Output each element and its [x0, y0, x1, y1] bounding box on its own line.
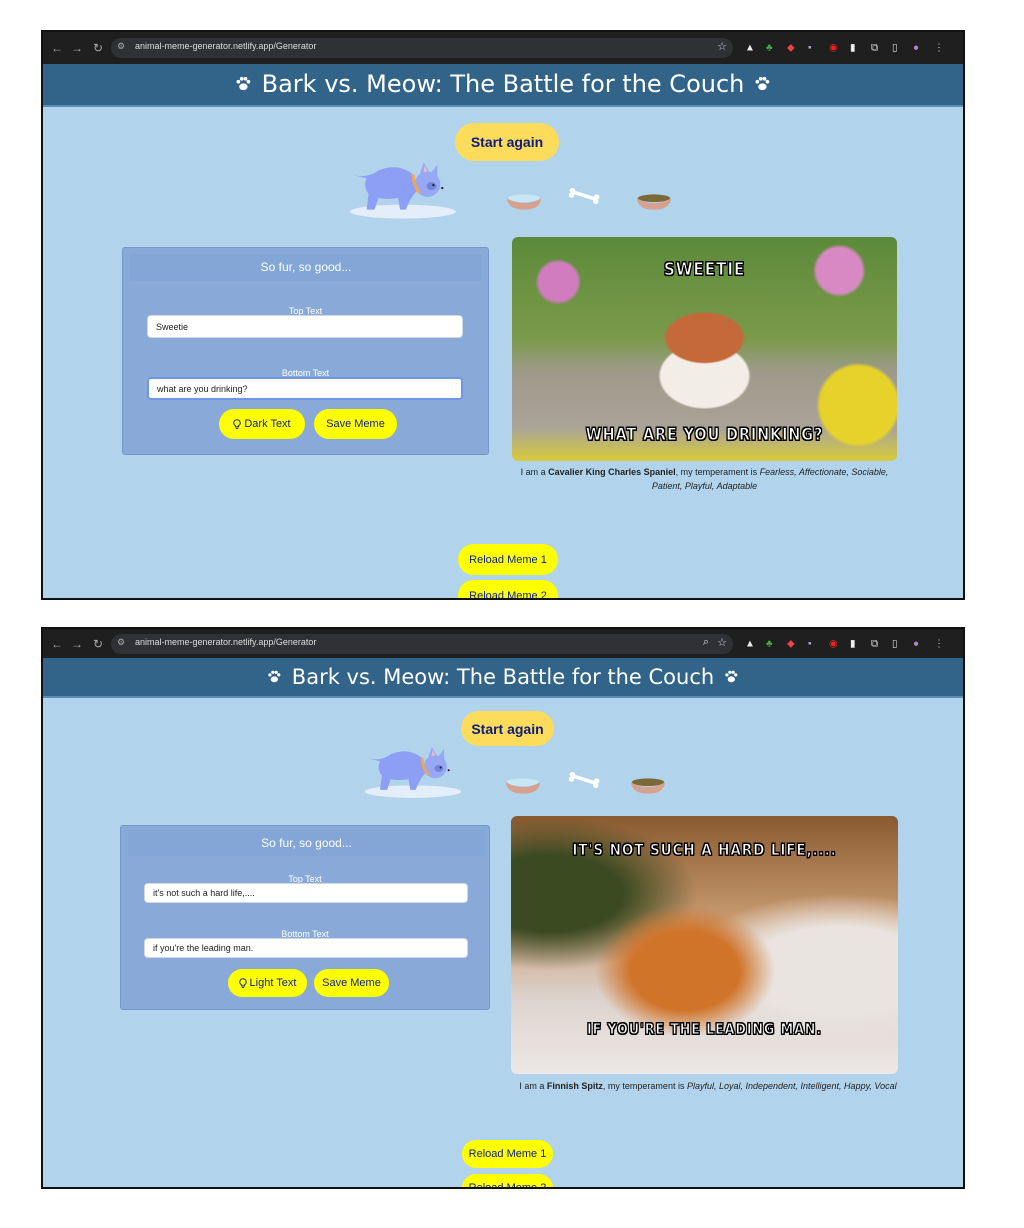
caption-prefix: I am a — [519, 1081, 547, 1091]
site-settings-icon[interactable]: ⚙ — [117, 41, 125, 52]
bookmark-star-icon[interactable]: ☆ — [717, 40, 727, 53]
back-icon[interactable]: ← — [51, 637, 63, 651]
page-header: Bark vs. Meow: The Battle for the Couch — [43, 64, 963, 107]
profile-avatar[interactable]: ● — [913, 43, 919, 54]
meme-image: IT'S NOT SUCH A HARD LIFE,.... IF YOU'RE … — [511, 816, 898, 1074]
page-title: Bark vs. Meow: The Battle for the Couch — [291, 665, 715, 689]
toggle-label: Dark Text — [244, 418, 291, 430]
menu-icon[interactable]: ⋮ — [934, 43, 944, 54]
extension-dark-icon[interactable]: ▪ — [808, 638, 812, 649]
temperament-list: Playful, Loyal, Independent, Intelligent… — [686, 1081, 897, 1091]
bottom-text-input[interactable]: if you're the leading man. — [144, 938, 468, 958]
meme-top-text: IT'S NOT SUCH A HARD LIFE,.... — [572, 840, 837, 860]
caption-middle: , my temperament is — [675, 467, 760, 477]
menu-icon[interactable]: ⋮ — [934, 638, 944, 649]
meme-form-panel: So fur, so good... Top Text it's not such … — [120, 825, 490, 1010]
reload-icon[interactable]: ↻ — [93, 41, 103, 55]
reload-meme-1-button[interactable]: Reload Meme 1 — [458, 544, 558, 575]
bottom-text-input[interactable]: what are you drinking? — [147, 377, 463, 400]
form-title: So fur, so good... — [128, 830, 485, 856]
meme-image: SWEETIE WHAT ARE YOU DRINKING? — [512, 237, 897, 461]
breed-name: Finnish Spitz — [546, 1081, 603, 1091]
food-bowl-icon — [629, 776, 667, 796]
caption-prefix: I am a — [520, 467, 549, 477]
text-color-toggle-button[interactable]: Light Text — [228, 969, 307, 997]
forward-icon[interactable]: → — [71, 637, 83, 651]
url-text: animal-meme-generator.netlify.app/Genera… — [135, 636, 317, 647]
top-text-input[interactable]: it's not such a hard life,.... — [144, 883, 468, 903]
cat-illustration — [349, 160, 457, 220]
page-title: Bark vs. Meow: The Battle for the Couch — [261, 70, 745, 98]
reload-icon[interactable]: ↻ — [93, 637, 103, 651]
bone-icon — [567, 770, 603, 790]
back-icon[interactable]: ← — [51, 41, 63, 55]
cat-illustration — [364, 745, 462, 799]
meme-top-text: SWEETIE — [663, 259, 746, 281]
extension-icon[interactable]: ▲ — [745, 43, 755, 54]
extensions-puzzle-icon[interactable]: ⧉ — [871, 43, 878, 54]
paw-icon — [267, 661, 282, 699]
reload-meme-2-button[interactable]: Reload Meme 2 — [458, 580, 558, 598]
site-settings-icon[interactable]: ⚙ — [117, 637, 125, 648]
side-panel-icon[interactable]: ▯ — [892, 638, 898, 649]
bone-icon — [567, 186, 603, 206]
zoom-icon[interactable]: ⌕ — [703, 636, 709, 649]
browser-window-2: ← → ↻ ⚙ animal-meme-generator.netlify.app/Ge… — [41, 627, 965, 1189]
meme-form-panel: So fur, so good... Top Text Sweetie Bottom … — [122, 247, 489, 455]
breed-caption: I am a Cavalier King Charles Spaniel, my… — [512, 465, 897, 493]
extension-record-icon[interactable]: ◉ — [829, 638, 838, 649]
browser-toolbar: ← → ↻ ⚙ animal-meme-generator.netlify.app/Ge… — [43, 32, 963, 64]
toggle-label: Light Text — [249, 977, 297, 989]
extension-doc-icon[interactable]: ▮ — [850, 638, 856, 649]
page-header: Bark vs. Meow: The Battle for the Couch — [43, 658, 963, 698]
lightbulb-icon — [233, 418, 241, 430]
caption-middle: , my temperament is — [602, 1081, 687, 1091]
reload-meme-1-button[interactable]: Reload Meme 1 — [462, 1140, 553, 1168]
paw-icon — [724, 661, 739, 699]
extension-dark-icon[interactable]: ▪ — [808, 43, 812, 54]
paw-icon — [754, 66, 771, 107]
profile-avatar[interactable]: ● — [913, 638, 919, 649]
extension-tree-icon[interactable]: ♣ — [766, 43, 773, 54]
browser-window-1: ← → ↻ ⚙ animal-meme-generator.netlify.app/Ge… — [41, 30, 965, 600]
bookmark-star-icon[interactable]: ☆ — [717, 636, 727, 649]
extension-tree-icon[interactable]: ♣ — [766, 638, 773, 649]
breed-caption: I am a Finnish Spitz, my temperament is … — [483, 1079, 933, 1093]
start-again-button[interactable]: Start again — [461, 711, 554, 746]
save-meme-button[interactable]: Save Meme — [314, 409, 397, 439]
save-meme-button[interactable]: Save Meme — [314, 969, 389, 997]
meme-bottom-text: WHAT ARE YOU DRINKING? — [585, 425, 824, 446]
browser-toolbar: ← → ↻ ⚙ animal-meme-generator.netlify.app/Ge… — [43, 629, 963, 658]
side-panel-icon[interactable]: ▯ — [892, 43, 898, 54]
text-color-toggle-button[interactable]: Dark Text — [219, 409, 305, 439]
extension-doc-icon[interactable]: ▮ — [850, 43, 856, 54]
start-again-button[interactable]: Start again — [455, 123, 559, 161]
extension-red-icon[interactable]: ◆ — [787, 638, 795, 649]
reload-meme-2-button[interactable]: Reload Meme 2 — [462, 1174, 553, 1187]
address-bar[interactable]: ⚙ animal-meme-generator.netlify.app/Gener… — [111, 633, 733, 654]
extension-record-icon[interactable]: ◉ — [829, 43, 838, 54]
food-bowl-icon — [635, 192, 673, 212]
extensions-puzzle-icon[interactable]: ⧉ — [871, 638, 878, 649]
extension-red-icon[interactable]: ◆ — [787, 43, 795, 54]
url-text: animal-meme-generator.netlify.app/Genera… — [135, 41, 317, 51]
lightbulb-icon — [238, 977, 247, 989]
breed-name: Cavalier King Charles Spaniel — [548, 467, 676, 477]
address-bar[interactable]: ⚙ animal-meme-generator.netlify.app/Gener… — [111, 38, 733, 58]
top-text-input[interactable]: Sweetie — [147, 315, 463, 338]
water-bowl-icon — [505, 192, 543, 212]
paw-icon — [235, 66, 252, 107]
meme-bottom-text: IF YOU'RE THE LEADING MAN. — [586, 1020, 823, 1039]
form-title: So fur, so good... — [130, 254, 482, 281]
extension-icon[interactable]: ▲ — [745, 638, 755, 649]
water-bowl-icon — [504, 776, 542, 796]
forward-icon[interactable]: → — [71, 41, 83, 55]
